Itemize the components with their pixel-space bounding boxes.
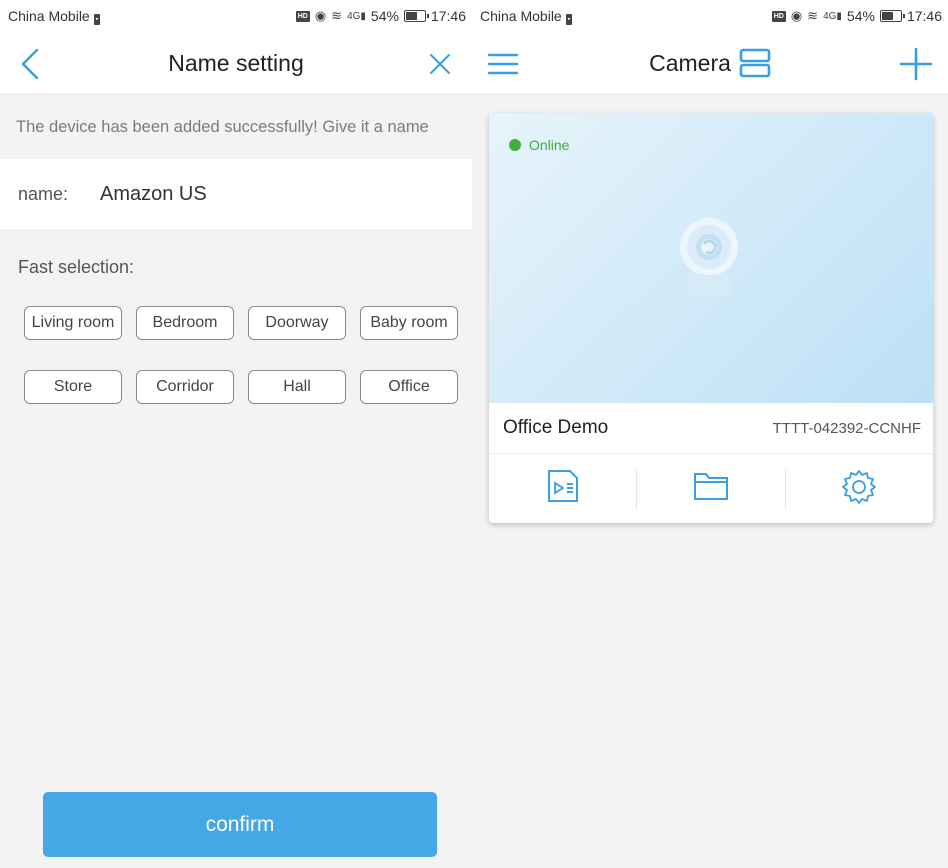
device-info-row: Office Demo TTTT-042392-CCNHF — [489, 403, 933, 454]
carrier-label: China Mobile ▪ — [480, 7, 573, 25]
chip-office[interactable]: Office — [360, 370, 458, 404]
eye-icon: ◉ — [314, 8, 327, 23]
carrier-label: China Mobile ▪ — [8, 7, 101, 25]
chip-corridor[interactable]: Corridor — [136, 370, 234, 404]
wifi-icon: ≋ — [807, 8, 819, 23]
eye-icon: ◉ — [790, 8, 803, 23]
device-id: TTTT-042392-CCNHF — [772, 419, 921, 437]
back-arrow-icon[interactable] — [14, 46, 50, 82]
battery-icon — [879, 10, 905, 22]
add-icon[interactable] — [898, 46, 934, 82]
layout-toggle-icon[interactable] — [739, 48, 771, 78]
confirm-button[interactable]: confirm — [43, 792, 437, 857]
settings-button[interactable] — [784, 467, 933, 510]
device-name: Office Demo — [503, 417, 609, 438]
sim-icon: ▪ — [93, 13, 101, 25]
menu-icon[interactable] — [486, 46, 522, 82]
files-button[interactable] — [636, 468, 784, 509]
device-actions — [489, 454, 933, 523]
signal-icon: 4G▮ — [823, 10, 842, 22]
status-bar: China Mobile ▪ HD ◉ ≋ 4G▮ 54% 17:46 — [0, 0, 472, 32]
chip-living-room[interactable]: Living room — [24, 306, 122, 340]
battery-icon — [403, 10, 429, 22]
page-title: Camera — [649, 49, 731, 76]
device-card: Online Office Demo TTTT-042392-CCNHF — [489, 113, 933, 523]
playback-button[interactable] — [489, 469, 636, 509]
online-status: Online — [509, 137, 569, 153]
camera-list-screen: China Mobile ▪ HD ◉ ≋ 4G▮ 54% 17:46 Came… — [472, 0, 948, 868]
camera-icon — [678, 217, 744, 302]
fast-selection-label: Fast selection: — [18, 257, 135, 277]
clock: 17:46 — [906, 8, 942, 24]
playback-icon — [544, 467, 582, 510]
chip-doorway[interactable]: Doorway — [248, 306, 346, 340]
name-setting-header: Name setting — [0, 32, 472, 95]
camera-header: Camera — [472, 32, 948, 95]
hd-icon: HD — [295, 10, 310, 22]
device-name-input[interactable] — [100, 182, 400, 206]
wifi-icon: ≋ — [331, 8, 343, 23]
chip-store[interactable]: Store — [24, 370, 122, 404]
battery-percent: 54% — [846, 8, 875, 24]
gear-icon — [840, 467, 878, 510]
name-setting-screen: China Mobile ▪ HD ◉ ≋ 4G▮ 54% 17:46 Name… — [0, 0, 472, 868]
status-bar: China Mobile ▪ HD ◉ ≋ 4G▮ 54% 17:46 — [472, 0, 948, 32]
folder-icon — [692, 469, 730, 508]
signal-icon: 4G▮ — [347, 10, 366, 22]
chip-bedroom[interactable]: Bedroom — [136, 306, 234, 340]
name-label: name: — [18, 183, 69, 204]
page-title: Name setting — [168, 49, 304, 76]
camera-preview[interactable]: Online — [489, 113, 933, 403]
name-row: name: — [0, 159, 472, 229]
hd-icon: HD — [771, 10, 786, 22]
success-banner: The device has been added successfully! … — [16, 117, 429, 136]
chip-baby-room[interactable]: Baby room — [360, 306, 458, 340]
battery-percent: 54% — [370, 8, 399, 24]
close-icon[interactable] — [422, 46, 458, 82]
chip-hall[interactable]: Hall — [248, 370, 346, 404]
fast-selection-chips: Living room Bedroom Doorway Baby room St… — [0, 278, 472, 404]
clock: 17:46 — [430, 8, 466, 24]
online-dot — [509, 139, 521, 151]
sim-icon: ▪ — [565, 13, 573, 25]
